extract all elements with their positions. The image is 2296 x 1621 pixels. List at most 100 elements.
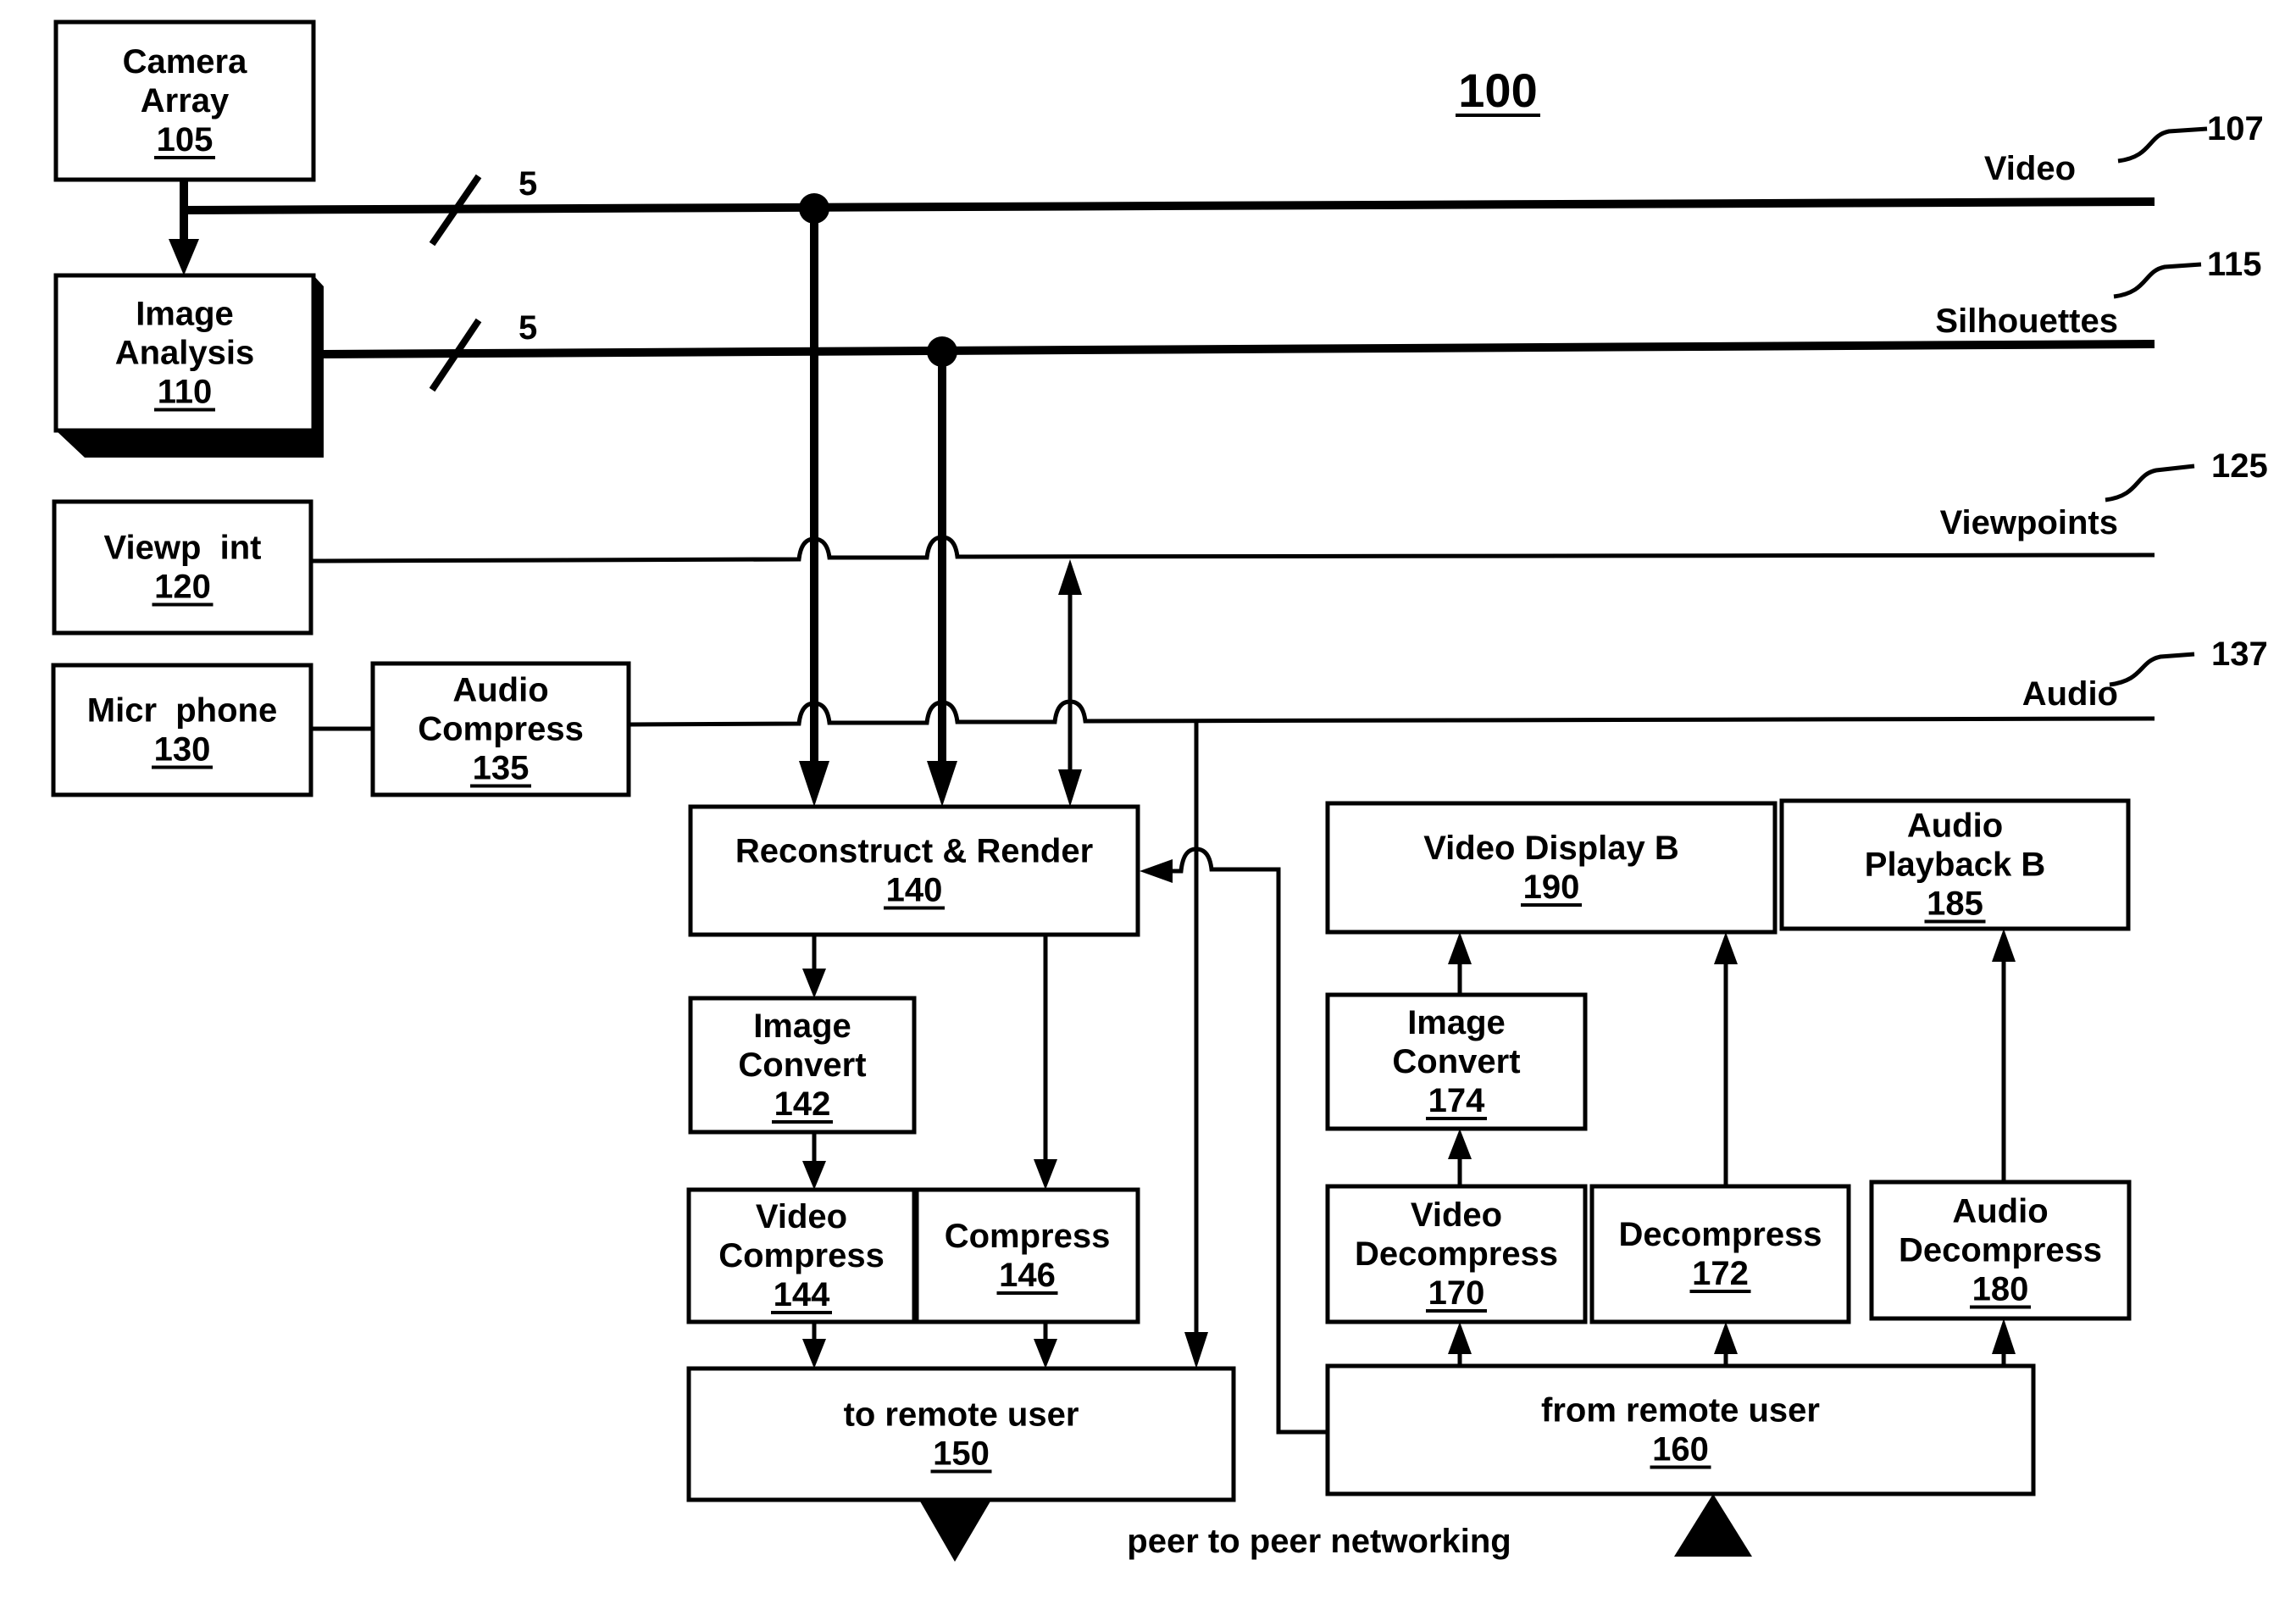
video-display-b-label: Video Display B bbox=[1423, 830, 1679, 867]
viewpoint-ref-number: 120 bbox=[154, 569, 211, 606]
from-remote-user-ref-number: 160 bbox=[1652, 1431, 1709, 1468]
network-label: peer to peer networking bbox=[1127, 1523, 1511, 1560]
compress-ref-number: 146 bbox=[999, 1257, 1056, 1294]
image-analysis-box: ImageAnalysis110 bbox=[53, 273, 316, 433]
camera-array-label: Camera bbox=[123, 43, 248, 80]
outgoing-network-arrow-icon bbox=[919, 1500, 991, 1562]
from-remote-user-box-outline bbox=[1325, 1363, 2036, 1496]
audio-playback-b-label: Audio bbox=[1907, 808, 2003, 845]
viddecomp-to-imgconv-arrowhead bbox=[1448, 1129, 1472, 1159]
viewpoints-bus-ref: 125 bbox=[2211, 447, 2268, 485]
video-bus-ref: 107 bbox=[2207, 110, 2264, 147]
decompress-ref-number: 172 bbox=[1692, 1255, 1749, 1292]
video-decompress-label: Decompress bbox=[1355, 1235, 1558, 1273]
reconstruct-render-box: Reconstruct & Render140 bbox=[688, 804, 1140, 937]
remote-to-viddecomp-arrowhead bbox=[1448, 1322, 1472, 1354]
viewpoints-bus-label: Viewpoints bbox=[1940, 504, 2118, 541]
silhouettes-bus-leader-line bbox=[2113, 262, 2202, 299]
imgconv-to-vidcompress-arrowhead bbox=[802, 1161, 826, 1190]
image-analysis-label: Analysis bbox=[115, 335, 255, 372]
figure-number-text: 100 bbox=[1458, 64, 1537, 117]
camera-to-analysis-arrowhead bbox=[169, 239, 199, 275]
audio-playback-b-box: AudioPlayback B185 bbox=[1779, 798, 2131, 931]
render-to-imgconv-arrowhead bbox=[802, 969, 826, 998]
to-remote-user-box: to remote user150 bbox=[686, 1366, 1236, 1502]
reconstruct-render-ref-number: 140 bbox=[886, 872, 943, 909]
audio-bus-line bbox=[628, 699, 2155, 727]
image-convert-b-ref-number: 174 bbox=[1428, 1082, 1485, 1119]
microphone-box-outline bbox=[51, 663, 313, 797]
image-convert-a-ref-number: 142 bbox=[774, 1085, 831, 1123]
imgconv-to-display-arrowhead bbox=[1448, 932, 1472, 964]
system-diagram: 100 5 Video 107 5 Silhouettes 115 Viewpo… bbox=[51, 19, 2268, 1562]
video-compress-ref-number: 144 bbox=[774, 1276, 830, 1313]
audio-decompress-ref-number: 180 bbox=[1972, 1271, 2029, 1308]
video-display-b-ref-number: 190 bbox=[1523, 869, 1580, 906]
audio-bus-label: Audio bbox=[2022, 675, 2118, 713]
video-to-render-arrowhead bbox=[799, 761, 829, 807]
audio-bus-leader-line bbox=[2109, 652, 2195, 687]
image-analysis-ref-number: 110 bbox=[158, 374, 213, 411]
decompress-box: Decompress172 bbox=[1589, 1184, 1851, 1324]
viewpoints-bus-line bbox=[310, 535, 2155, 563]
compress-label: Compress bbox=[945, 1218, 1111, 1255]
image-convert-a-label: Image bbox=[753, 1008, 851, 1045]
compress-box-outline bbox=[914, 1187, 1140, 1324]
image-analysis-label: Image bbox=[136, 296, 234, 333]
camera-array-ref-number: 105 bbox=[157, 121, 214, 158]
incoming-network-arrow-icon bbox=[1674, 1494, 1752, 1557]
silhouettes-bus-ref: 115 bbox=[2207, 246, 2262, 283]
from-remote-user-box: from remote user160 bbox=[1325, 1363, 2036, 1496]
video-bus-label: Video bbox=[1984, 150, 2076, 187]
video-compress-label: Video bbox=[756, 1198, 847, 1235]
video-display-b-box-outline bbox=[1325, 801, 1777, 935]
silhouettes-bus-line bbox=[321, 340, 2155, 358]
compress-to-remote-arrowhead bbox=[1034, 1339, 1057, 1368]
viewpoints-down-arrowhead bbox=[1058, 769, 1082, 807]
viewpoint-box: Viewp int120 bbox=[52, 499, 313, 636]
audio-compress-ref-number: 135 bbox=[473, 750, 530, 787]
reconstruct-render-label: Reconstruct & Render bbox=[735, 833, 1093, 870]
microphone-label: Micr phone bbox=[87, 692, 277, 730]
image-convert-b-label: Convert bbox=[1392, 1043, 1520, 1080]
viewpoint-label: Viewp int bbox=[104, 530, 262, 567]
microphone-ref-number: 130 bbox=[154, 731, 211, 769]
silhouettes-bus-width-marker: 5 bbox=[519, 309, 537, 347]
viewpoint-box-outline bbox=[52, 499, 313, 636]
audio-decompress-box: AudioDecompress180 bbox=[1869, 1180, 2132, 1321]
video-bus-leader-line bbox=[2117, 126, 2208, 164]
from-remote-user-label: from remote user bbox=[1541, 1392, 1820, 1429]
audio-compress-label: Audio bbox=[452, 672, 548, 709]
audio-compress-label: Compress bbox=[418, 711, 584, 748]
camera-array-label: Array bbox=[141, 82, 230, 119]
microphone-box: Micr phone130 bbox=[51, 663, 313, 797]
image-convert-a-label: Convert bbox=[738, 1046, 866, 1084]
video-bus-line bbox=[181, 197, 2155, 214]
remote-to-render-arrowhead bbox=[1140, 859, 1173, 883]
remote-to-auddecomp-arrowhead bbox=[1992, 1318, 2016, 1354]
camera-array-box: CameraArray105 bbox=[53, 19, 316, 182]
video-decompress-ref-number: 170 bbox=[1428, 1274, 1485, 1312]
viewpoints-up-arrowhead bbox=[1058, 559, 1082, 595]
to-remote-user-label: to remote user bbox=[844, 1396, 1079, 1434]
decompress-label: Decompress bbox=[1618, 1216, 1822, 1253]
to-remote-user-box-outline bbox=[686, 1366, 1236, 1502]
compress-box: Compress146 bbox=[914, 1187, 1140, 1324]
audio-playback-b-ref-number: 185 bbox=[1927, 885, 1983, 923]
audio-decompress-label: Decompress bbox=[1899, 1232, 2102, 1269]
decompress-to-display-arrowhead bbox=[1714, 932, 1738, 964]
decompress-box-outline bbox=[1589, 1184, 1851, 1324]
video-bus-width-marker: 5 bbox=[519, 165, 537, 203]
figure-number: 100 bbox=[1456, 64, 1540, 117]
vidcompress-to-remote-arrowhead bbox=[802, 1339, 826, 1368]
image-convert-b-box: ImageConvert174 bbox=[1325, 992, 1588, 1131]
image-convert-b-label: Image bbox=[1407, 1004, 1506, 1041]
silhouettes-bus-label: Silhouettes bbox=[1935, 303, 2118, 340]
video-compress-label: Compress bbox=[718, 1237, 885, 1274]
video-display-b-box: Video Display B190 bbox=[1325, 801, 1777, 935]
reconstruct-render-box-outline bbox=[688, 804, 1140, 937]
video-decompress-label: Video bbox=[1411, 1196, 1502, 1234]
image-convert-a-box: ImageConvert142 bbox=[688, 996, 917, 1135]
audio-playback-b-label: Playback B bbox=[1865, 847, 2045, 884]
render-to-compress-arrowhead bbox=[1034, 1159, 1057, 1190]
